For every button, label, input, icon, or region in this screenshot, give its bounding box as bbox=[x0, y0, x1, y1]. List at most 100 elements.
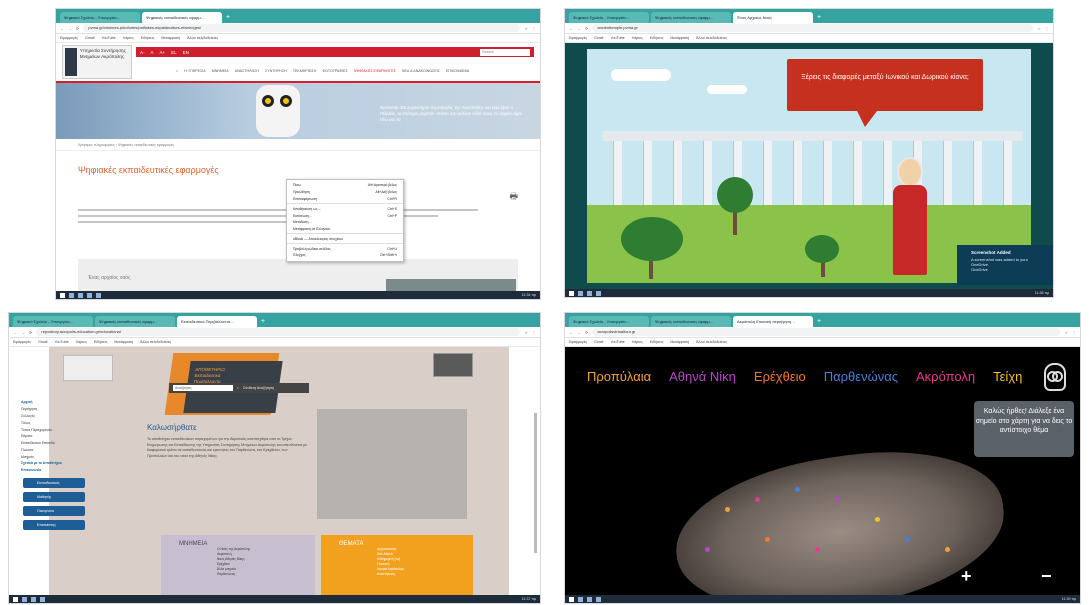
map-hotspot[interactable] bbox=[705, 547, 710, 552]
role-button-family[interactable]: Οικογένεια bbox=[23, 505, 85, 516]
sidebar-item[interactable]: Συλλογές bbox=[17, 413, 103, 420]
start-icon[interactable] bbox=[60, 292, 65, 298]
bookmark[interactable]: Χάρτες bbox=[76, 340, 87, 344]
sidebar-item[interactable]: Περιήγηση bbox=[17, 406, 103, 413]
bookmark[interactable]: Άλλοι σελιδοδείκτες bbox=[696, 36, 727, 40]
site-search-input[interactable]: Search bbox=[480, 48, 530, 56]
menu-item-view-source[interactable]: Προβολή κώδικα σελίδας Ctrl+U bbox=[287, 245, 403, 252]
sidebar-item-about[interactable]: Σχετικά με το Αποθετήριο bbox=[17, 460, 103, 467]
taskbar-app-icon[interactable] bbox=[96, 292, 101, 298]
nav-item[interactable]: ΝΕΑ & ΑΝΑΚΟΙΝΩΣΕΙΣ bbox=[402, 69, 440, 73]
nav-item[interactable]: Η ΥΠΗΡΕΣΙΑ bbox=[184, 69, 206, 73]
role-button-teacher[interactable]: Εκπαιδευτικός bbox=[23, 477, 85, 488]
bookmark[interactable]: Εφαρμογές bbox=[569, 36, 587, 40]
sidebar-item-home[interactable]: Αρχική bbox=[17, 399, 103, 406]
nav-item[interactable]: ΣΥΝΤΗΡΗΣΗ bbox=[265, 69, 287, 73]
monument-link[interactable]: Παρθενώνας bbox=[161, 572, 315, 577]
url-field[interactable]: repository.acropolis-education.gr/educat… bbox=[36, 328, 521, 336]
sidebar-item[interactable]: Εκπαιδευτικό Επίπεδο bbox=[17, 440, 103, 447]
start-icon[interactable] bbox=[569, 596, 574, 602]
map-hotspot[interactable] bbox=[755, 497, 760, 502]
back-icon[interactable]: ← bbox=[569, 330, 573, 335]
search-icon[interactable]: ⌕ bbox=[237, 386, 239, 390]
menu-item-cast[interactable]: Μετάδοση… bbox=[287, 219, 403, 226]
nav-monument-acropolis[interactable]: Ακρόπολη bbox=[916, 369, 975, 384]
taskbar-app-icon[interactable] bbox=[22, 596, 27, 602]
owl-logo-icon[interactable] bbox=[433, 353, 473, 377]
menu-item-back[interactable]: Πίσω Alt+Αριστερό βέλος bbox=[287, 182, 403, 189]
site-logo[interactable] bbox=[63, 355, 113, 381]
new-tab-icon[interactable]: + bbox=[815, 12, 823, 23]
reload-icon[interactable]: ⟳ bbox=[585, 330, 588, 335]
nav-item[interactable]: ΕΠΙΚΟΙΝΩΝΙΑ bbox=[446, 69, 469, 73]
start-icon[interactable] bbox=[13, 596, 18, 602]
taskbar-app-icon[interactable] bbox=[587, 290, 592, 296]
bookmark[interactable]: YouTube bbox=[101, 36, 115, 40]
taskbar-app-icon[interactable] bbox=[40, 596, 45, 602]
sidebar-item[interactable]: Θέματα bbox=[17, 433, 103, 440]
bookmark[interactable]: Gmail bbox=[594, 36, 603, 40]
url-field[interactable]: ancienttemple.pvma.gr bbox=[592, 24, 1034, 32]
map-hotspot[interactable] bbox=[795, 487, 800, 492]
forward-icon[interactable]: → bbox=[68, 26, 72, 31]
bookmark[interactable]: Ειδήσεις bbox=[141, 36, 155, 40]
menu-icon[interactable]: ⋮ bbox=[1072, 330, 1076, 335]
bookmark[interactable]: Χάρτες bbox=[123, 36, 134, 40]
nav-item[interactable]: ΑΝΑΣΤΗΛΩΣΗ bbox=[235, 69, 259, 73]
advanced-search-link[interactable]: Σύνθετη Αναζήτηση bbox=[243, 386, 274, 390]
site-logo[interactable]: Υπηρεσία Συντήρησης Μνημείων Ακρόπολης bbox=[62, 45, 132, 79]
browser-tab[interactable]: Ψηφιακό Σχολείο - Υπουργείο… bbox=[569, 12, 649, 23]
menu-item-print[interactable]: Εκτύπωση… Ctrl+P bbox=[287, 212, 403, 219]
map-hotspot[interactable] bbox=[815, 547, 820, 552]
menu-item-ublock[interactable]: uBlock — Αποκλεισμός στοιχείου bbox=[287, 235, 403, 242]
bookmark[interactable]: Άλλοι σελιδοδείκτες bbox=[187, 36, 218, 40]
sidebar-item[interactable]: Τίτλος bbox=[17, 419, 103, 426]
browser-tab-active[interactable]: Ψηφιακές εκπαιδευτικές εφαρμ… bbox=[142, 12, 222, 23]
browser-tab-active[interactable]: Ακρόπολη Εικονική περιήγηση… bbox=[733, 316, 813, 327]
taskbar-app-icon[interactable] bbox=[587, 596, 592, 602]
theme-link[interactable]: Αναστήλωση bbox=[321, 572, 473, 577]
browser-tab[interactable]: Ψηφιακό Σχολείο - Υπουργείο… bbox=[13, 316, 93, 327]
taskbar-app-icon[interactable] bbox=[87, 292, 92, 298]
browser-tab[interactable]: Ψηφιακές εκπαιδευτικές εφαρμ… bbox=[651, 12, 731, 23]
taskbar-app-icon[interactable] bbox=[69, 292, 74, 298]
star-icon[interactable]: ☆ bbox=[524, 26, 528, 31]
taskbar-app-icon[interactable] bbox=[596, 596, 601, 602]
reload-icon[interactable]: ⟳ bbox=[585, 26, 588, 31]
map-hotspot[interactable] bbox=[945, 547, 950, 552]
search-input[interactable]: Αναζήτηση bbox=[173, 385, 233, 391]
browser-tab[interactable]: Ψηφιακό Σχολείο - Υπουργείο… bbox=[60, 12, 140, 23]
font-normal-button[interactable]: Α bbox=[151, 50, 154, 55]
menu-icon[interactable]: ⋮ bbox=[1045, 26, 1049, 31]
reload-icon[interactable]: ⟳ bbox=[76, 26, 79, 31]
bookmark[interactable]: Εφαρμογές bbox=[13, 340, 31, 344]
forward-icon[interactable]: → bbox=[21, 330, 25, 335]
star-icon[interactable]: ☆ bbox=[1037, 26, 1041, 31]
back-icon[interactable]: ← bbox=[13, 330, 17, 335]
font-smaller-button[interactable]: Α- bbox=[140, 50, 145, 55]
browser-tab[interactable]: Ψηφιακές εκπαιδευτικές εφαρμ… bbox=[95, 316, 175, 327]
taskbar-app-icon[interactable] bbox=[31, 596, 36, 602]
back-icon[interactable]: ← bbox=[569, 26, 573, 31]
bookmark[interactable]: Gmail bbox=[594, 340, 603, 344]
bookmark[interactable]: Gmail bbox=[85, 36, 94, 40]
new-tab-icon[interactable]: + bbox=[815, 316, 823, 327]
nav-item[interactable]: ΦΩΤΟΓΡΑΦΙΕΣ bbox=[322, 69, 347, 73]
browser-tab-active[interactable]: Ένας Αρχαίος Ναός bbox=[733, 12, 813, 23]
new-tab-icon[interactable]: + bbox=[259, 316, 267, 327]
nav-monument-parthenon[interactable]: Παρθενώνας bbox=[824, 369, 898, 384]
print-icon[interactable]: 🖶 bbox=[510, 189, 519, 205]
sidebar-item[interactable]: Γλώσσα bbox=[17, 446, 103, 453]
sidebar-item-contact[interactable]: Επικοινωνία bbox=[17, 467, 103, 474]
themes-card[interactable]: ΘΕΜΑΤΑ Αρχιτεκτονική Θεά Αθηνά Καθημεριν… bbox=[321, 535, 473, 603]
home-icon[interactable]: ⌂ bbox=[176, 69, 178, 73]
menu-item-forward[interactable]: Προώθηση Alt+Δεξί βέλος bbox=[287, 189, 403, 196]
browser-tab[interactable]: Ψηφιακές εκπαιδευτικές εφαρμ… bbox=[651, 316, 731, 327]
sidebar-item[interactable]: Μνημεία bbox=[17, 453, 103, 460]
scrollbar[interactable] bbox=[534, 413, 537, 553]
zoom-out-button[interactable]: − bbox=[1041, 566, 1052, 587]
nav-monument-walls[interactable]: Τείχη bbox=[993, 369, 1022, 384]
menu-item-save[interactable]: Αποθήκευση ως… Ctrl+S bbox=[287, 205, 403, 212]
browser-tab[interactable]: Ψηφιακό Σχολείο - Υπουργείο… bbox=[569, 316, 649, 327]
bookmark[interactable]: Άλλοι σελιδοδείκτες bbox=[140, 340, 171, 344]
